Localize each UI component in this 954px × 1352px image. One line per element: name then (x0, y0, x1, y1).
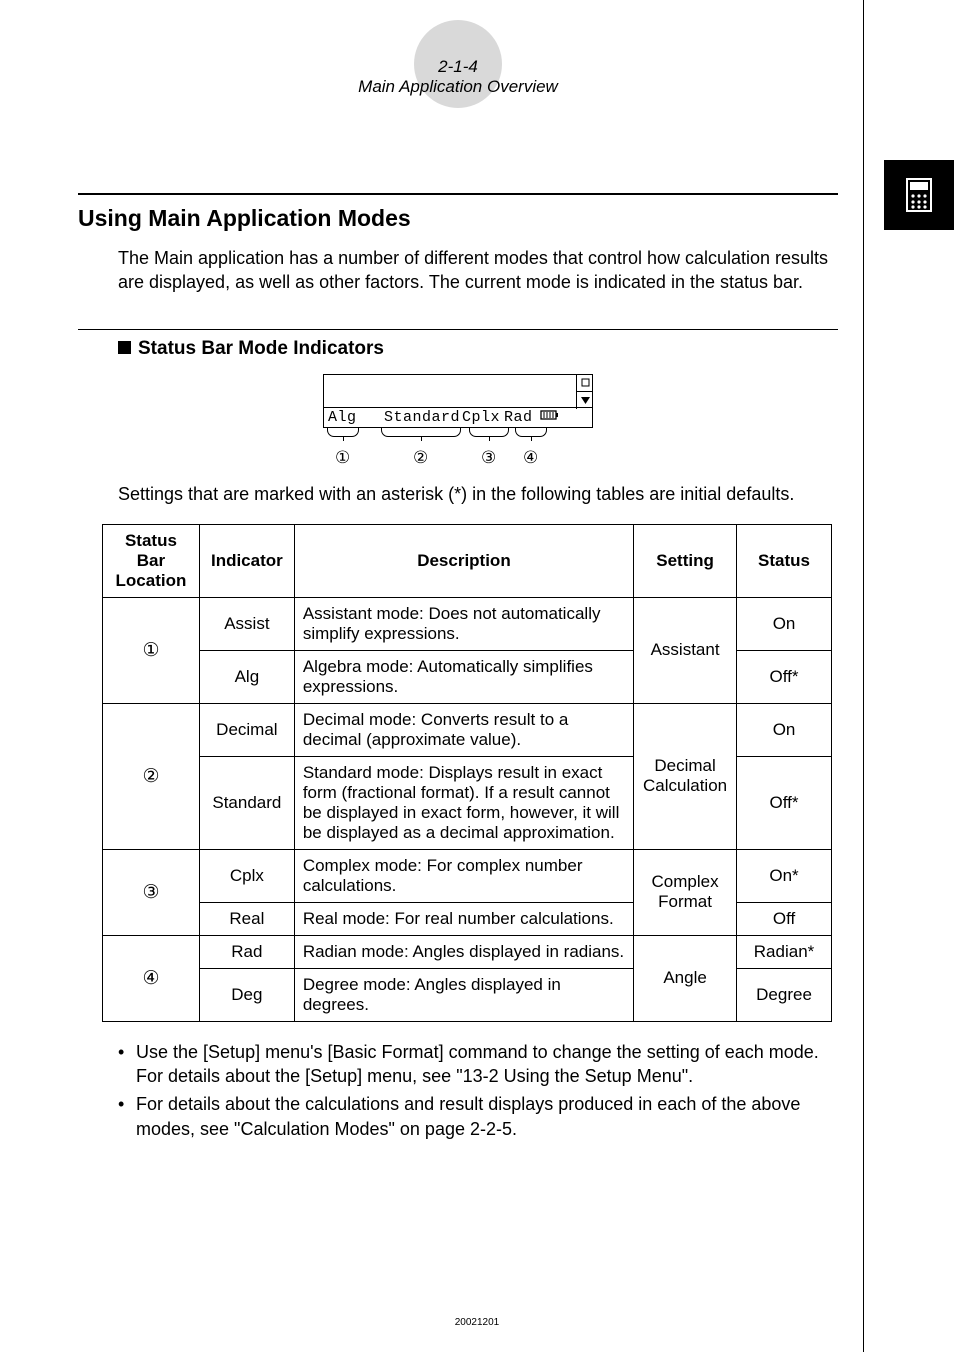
cell-loc: ③ (103, 849, 200, 935)
list-item: •Use the [Setup] menu's [Basic Format] c… (118, 1040, 838, 1089)
cell-description: Complex mode: For complex number calcula… (294, 849, 633, 902)
status-seg-3: Cplx (462, 409, 504, 426)
scrollbar (576, 374, 593, 409)
bullet-icon: • (118, 1040, 136, 1089)
th-location: Status Bar Location (103, 524, 200, 597)
page-content: 2-1-4 Main Application Overview Using Ma… (78, 20, 838, 1145)
intro-paragraph: The Main application has a number of dif… (118, 246, 838, 295)
brace-icon (327, 428, 359, 437)
brace-icon (381, 428, 461, 437)
cell-setting: Complex Format (634, 849, 737, 935)
brace-row (323, 428, 593, 446)
modes-table: Status Bar Location Indicator Descriptio… (102, 524, 832, 1022)
notes-list: •Use the [Setup] menu's [Basic Format] c… (118, 1040, 838, 1141)
status-bar-figure: Alg Standard Cplx Rad ① ② ③ ④ (78, 374, 838, 468)
brace-icon (469, 428, 509, 437)
callout-2: ② (413, 448, 428, 468)
status-seg-2: Standard (384, 409, 462, 426)
subsection-rule (78, 329, 838, 330)
table-header-row: Status Bar Location Indicator Descriptio… (103, 524, 832, 597)
cell-indicator: Assist (199, 597, 294, 650)
note-text: For details about the calculations and r… (136, 1092, 838, 1141)
bullet-icon: • (118, 1092, 136, 1141)
cell-description: Algebra mode: Automatically simplifies e… (294, 650, 633, 703)
scroll-down-icon (577, 392, 593, 409)
cell-setting: Assistant (634, 597, 737, 703)
cell-description: Decimal mode: Converts result to a decim… (294, 703, 633, 756)
cell-status: On (737, 597, 832, 650)
table-row: ① Assist Assistant mode: Does not automa… (103, 597, 832, 650)
cell-indicator: Decimal (199, 703, 294, 756)
cell-status: Off* (737, 756, 832, 849)
cell-indicator: Alg (199, 650, 294, 703)
table-row: ③ Cplx Complex mode: For complex number … (103, 849, 832, 902)
cell-status: Degree (737, 968, 832, 1021)
callout-3: ③ (481, 448, 496, 468)
square-bullet-icon (118, 341, 131, 354)
cell-description: Radian mode: Angles displayed in radians… (294, 935, 633, 968)
cell-status: On (737, 703, 832, 756)
cell-setting: Angle (634, 935, 737, 1021)
cell-status: Radian* (737, 935, 832, 968)
scroll-up-icon (577, 374, 593, 392)
cell-description: Real mode: For real number calculations. (294, 902, 633, 935)
page-header-title: Main Application Overview (78, 77, 838, 97)
cell-indicator: Rad (199, 935, 294, 968)
status-seg-4: Rad (504, 409, 538, 426)
cell-setting: Decimal Calculation (634, 703, 737, 849)
cell-loc: ① (103, 597, 200, 703)
list-item: •For details about the calculations and … (118, 1092, 838, 1141)
brace-icon (515, 428, 547, 437)
note-text: Use the [Setup] menu's [Basic Format] co… (136, 1040, 838, 1089)
cell-indicator: Deg (199, 968, 294, 1021)
cell-loc: ④ (103, 935, 200, 1021)
cell-loc: ② (103, 703, 200, 849)
cell-status: On* (737, 849, 832, 902)
side-tab (884, 160, 954, 230)
table-row: ② Decimal Decimal mode: Converts result … (103, 703, 832, 756)
cell-status: Off* (737, 650, 832, 703)
th-indicator: Indicator (199, 524, 294, 597)
status-seg-1: Alg (328, 409, 362, 426)
cell-indicator: Real (199, 902, 294, 935)
cell-status: Off (737, 902, 832, 935)
cell-indicator: Cplx (199, 849, 294, 902)
calc-screen-area (323, 374, 593, 408)
callout-1: ① (335, 448, 350, 468)
vertical-divider (863, 0, 864, 1352)
table-row: ④ Rad Radian mode: Angles displayed in r… (103, 935, 832, 968)
cell-indicator: Standard (199, 756, 294, 849)
page-header: 2-1-4 Main Application Overview (78, 20, 838, 153)
callout-4: ④ (523, 448, 538, 468)
defaults-caption: Settings that are marked with an asteris… (118, 482, 838, 506)
th-description: Description (294, 524, 633, 597)
footer-code: 20021201 (0, 1317, 954, 1328)
section-title: Using Main Application Modes (78, 193, 838, 232)
calculator-icon (904, 176, 934, 214)
status-bar-strip: Alg Standard Cplx Rad (323, 408, 593, 428)
subsection-title: Status Bar Mode Indicators (118, 338, 838, 360)
page-ref: 2-1-4 (78, 57, 838, 77)
th-setting: Setting (634, 524, 737, 597)
battery-icon (538, 409, 560, 426)
th-status: Status (737, 524, 832, 597)
cell-description: Assistant mode: Does not automatically s… (294, 597, 633, 650)
callout-numbers: ① ② ③ ④ (323, 446, 593, 468)
subsection-title-text: Status Bar Mode Indicators (138, 338, 384, 359)
cell-description: Standard mode: Displays result in exact … (294, 756, 633, 849)
cell-description: Degree mode: Angles displayed in degrees… (294, 968, 633, 1021)
